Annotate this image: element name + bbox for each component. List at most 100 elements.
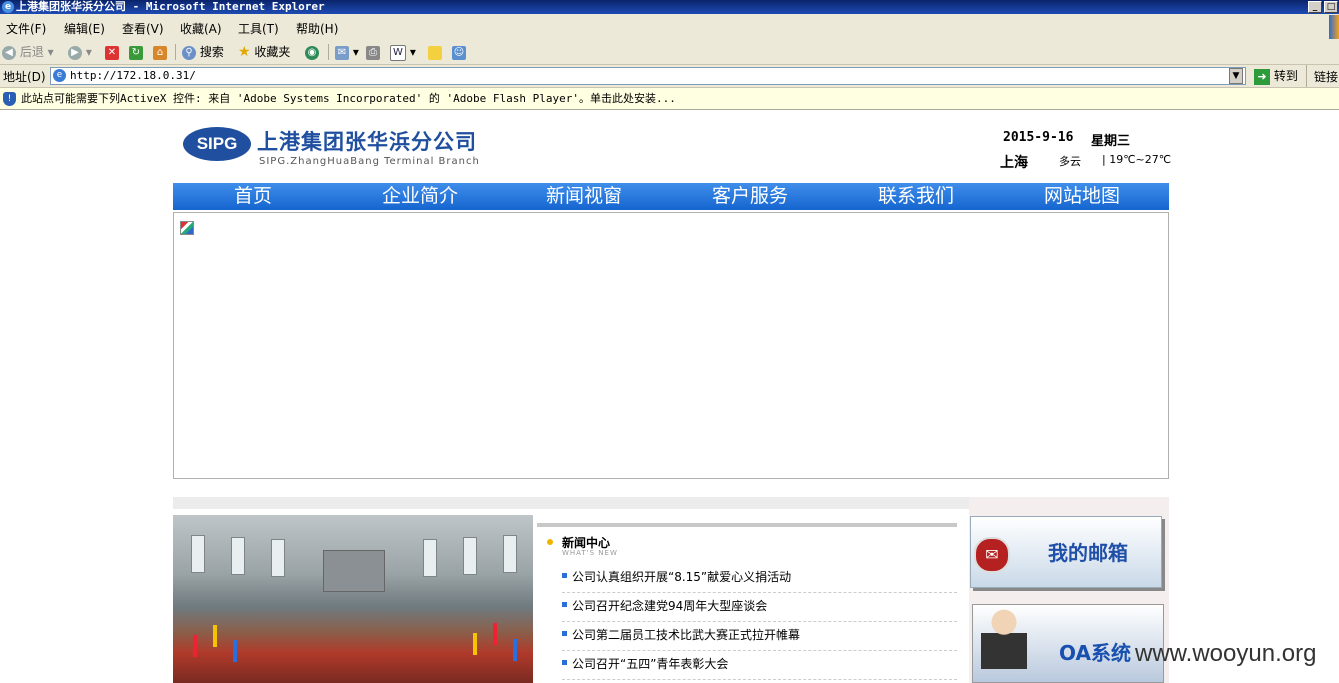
photo-doorway xyxy=(323,550,385,592)
mailbox-label: 我的邮箱 xyxy=(1048,541,1128,565)
photo-flag xyxy=(473,633,477,655)
windows-flag-icon xyxy=(1329,15,1339,39)
standard-toolbar: ◀ 后退 ▾ ▶ ▾ ✕ ↻ ⌂ ⚲ 搜索 ★ 收藏夹 ◉ ✉ ▾ ⎙ W ▾ … xyxy=(0,40,1339,65)
nav-news[interactable]: 新闻视窗 xyxy=(546,183,622,210)
messenger-button[interactable]: ☺ xyxy=(452,43,466,61)
oa-label: OA系统 xyxy=(1059,641,1131,665)
company-name: 上港集团张华浜分公司 xyxy=(257,130,477,154)
factory-photo[interactable] xyxy=(173,515,533,683)
menu-edit[interactable]: 编辑(E) xyxy=(64,20,105,37)
square-bullet-icon xyxy=(562,631,567,636)
discuss-button[interactable] xyxy=(428,43,442,61)
menu-file[interactable]: 文件(F) xyxy=(6,20,46,37)
photo-flag xyxy=(193,635,197,657)
photo-window xyxy=(423,539,437,577)
news-top-rule xyxy=(537,523,957,527)
menu-favorites[interactable]: 收藏(A) xyxy=(180,20,222,37)
activex-info-bar[interactable]: ! 此站点可能需要下列ActiveX 控件: 来自 'Adobe Systems … xyxy=(0,88,1339,110)
photo-window xyxy=(463,537,477,575)
photo-flag xyxy=(233,640,237,662)
square-bullet-icon xyxy=(562,602,567,607)
photo-flag xyxy=(513,639,517,661)
weather-city: 上海 xyxy=(1000,155,1028,171)
go-arrow-icon: ➜ xyxy=(1254,68,1270,85)
toolbar-separator xyxy=(1306,65,1307,87)
menu-help[interactable]: 帮助(H) xyxy=(296,20,338,37)
nav-customer-service[interactable]: 客户服务 xyxy=(712,183,788,210)
search-button[interactable]: ⚲ 搜索 xyxy=(182,43,224,61)
menu-tools[interactable]: 工具(T) xyxy=(238,20,279,37)
edit-button[interactable]: W ▾ xyxy=(390,43,416,61)
go-label: 转到 xyxy=(1273,69,1298,83)
stop-button[interactable]: ✕ xyxy=(105,43,119,61)
home-button[interactable]: ⌂ xyxy=(153,43,167,61)
window-title: 上港集团张华浜分公司 - Microsoft Internet Explorer xyxy=(16,0,325,13)
messenger-icon: ☺ xyxy=(452,45,466,60)
square-bullet-icon xyxy=(562,573,567,578)
news-center: 新闻中心 WHAT'S NEW 公司认真组织开展“8.15”献爱心义捐活动 公司… xyxy=(537,520,957,683)
photo-window xyxy=(503,535,517,573)
forward-button[interactable]: ▶ ▾ xyxy=(68,43,92,61)
news-item-link[interactable]: 公司召开纪念建党94周年大型座谈会 xyxy=(572,597,767,614)
menu-bar: 文件(F) 编辑(E) 查看(V) 收藏(A) 工具(T) 帮助(H) xyxy=(0,14,1339,41)
refresh-button[interactable]: ↻ xyxy=(129,43,143,61)
mail-icon: ✉ xyxy=(335,45,349,60)
site-header: SIPG 上港集团张华浜分公司 SIPG.ZhangHuaBang Termin… xyxy=(173,112,1171,182)
section-divider xyxy=(173,497,969,509)
sipg-logo[interactable]: SIPG xyxy=(183,127,251,161)
toolbar-separator xyxy=(328,44,329,60)
photo-window xyxy=(191,535,205,573)
photo-flag xyxy=(493,623,497,645)
shield-icon: ! xyxy=(3,92,16,106)
address-url: http://172.18.0.31/ xyxy=(70,69,196,82)
nav-home[interactable]: 首页 xyxy=(234,183,272,210)
news-item[interactable]: 公司召开“五四”青年表彰大会 xyxy=(562,651,957,680)
current-date: 2015-9-16 xyxy=(1003,130,1074,145)
news-item[interactable]: 公司第二届员工技术比武大赛正式拉开帷幕 xyxy=(562,622,957,651)
print-icon: ⎙ xyxy=(366,45,380,60)
address-bar: 地址(D) e http://172.18.0.31/ ▼ ➜ 转到 链接 xyxy=(0,65,1339,88)
home-icon: ⌂ xyxy=(153,45,167,60)
search-label: 搜索 xyxy=(199,45,224,59)
photo-window xyxy=(271,539,285,577)
word-icon: W xyxy=(390,44,406,61)
watermark: www.wooyun.org xyxy=(1135,640,1317,667)
nav-contact[interactable]: 联系我们 xyxy=(878,183,954,210)
my-mailbox-banner[interactable]: ✉ 我的邮箱 xyxy=(970,516,1162,588)
address-dropdown-button[interactable]: ▼ xyxy=(1229,68,1243,84)
note-icon xyxy=(428,45,442,60)
oa-person-illustration xyxy=(981,609,1027,669)
maximize-button[interactable]: □ xyxy=(1324,1,1338,13)
flash-banner-placeholder[interactable] xyxy=(173,212,1169,479)
site-nav: 首页 企业简介 新闻视窗 客户服务 联系我们 网站地图 xyxy=(173,183,1169,210)
ie-icon: e xyxy=(2,1,14,13)
news-item-link[interactable]: 公司召开“五四”青年表彰大会 xyxy=(572,655,728,672)
toolbar-separator xyxy=(175,44,176,60)
mail-button[interactable]: ✉ ▾ xyxy=(335,43,359,61)
address-input[interactable]: e http://172.18.0.31/ xyxy=(50,67,1246,85)
news-item-link[interactable]: 公司第二届员工技术比武大赛正式拉开帷幕 xyxy=(572,626,800,643)
news-item[interactable]: 公司召开纪念建党94周年大型座谈会 xyxy=(562,593,957,622)
favorites-label: 收藏夹 xyxy=(254,45,291,59)
back-button[interactable]: ◀ 后退 ▾ xyxy=(2,43,54,61)
favorites-button[interactable]: ★ 收藏夹 xyxy=(238,43,290,61)
page-icon: e xyxy=(53,69,66,82)
nav-sitemap[interactable]: 网站地图 xyxy=(1044,183,1120,210)
minimize-button[interactable]: _ xyxy=(1308,1,1322,13)
forward-arrow-icon: ▶ xyxy=(68,45,82,60)
print-button[interactable]: ⎙ xyxy=(366,43,380,61)
news-item[interactable]: 公司认真组织开展“8.15”献爱心义捐活动 xyxy=(562,564,957,593)
go-button[interactable]: ➜ 转到 xyxy=(1254,67,1298,85)
menu-view[interactable]: 查看(V) xyxy=(122,20,164,37)
photo-window xyxy=(231,537,245,575)
star-icon: ★ xyxy=(238,44,251,60)
address-label: 地址(D) xyxy=(3,70,46,84)
links-button[interactable]: 链接 xyxy=(1314,68,1338,85)
nav-about[interactable]: 企业简介 xyxy=(382,183,458,210)
media-icon: ◉ xyxy=(305,45,319,60)
envelope-icon: ✉ xyxy=(974,537,1010,573)
current-weekday: 星期三 xyxy=(1091,134,1131,149)
news-item-link[interactable]: 公司认真组织开展“8.15”献爱心义捐活动 xyxy=(572,568,791,585)
news-subtitle: WHAT'S NEW xyxy=(562,549,618,557)
media-button[interactable]: ◉ xyxy=(305,43,319,61)
